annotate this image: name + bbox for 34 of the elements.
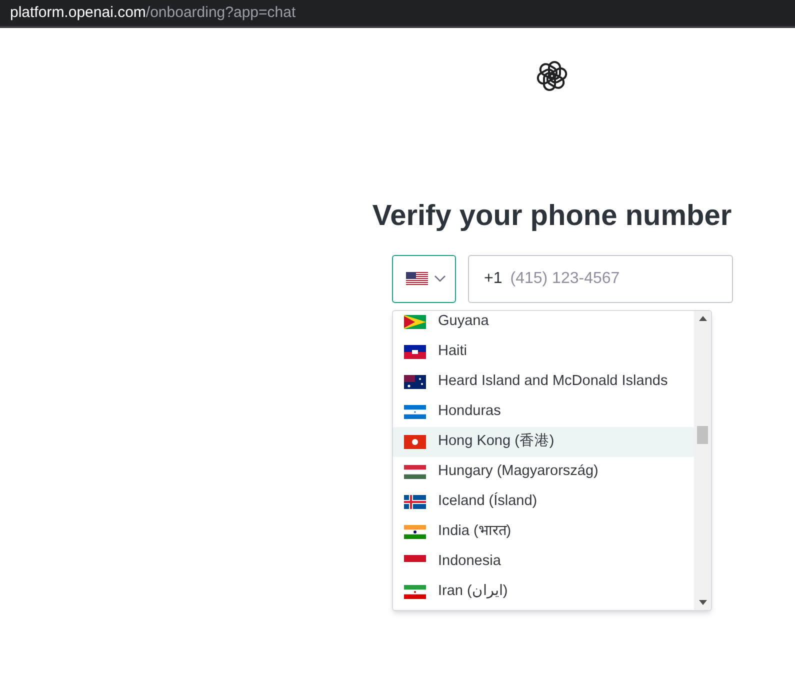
phone-field[interactable]: +1 (415) 123-4567: [468, 254, 734, 302]
country-option[interactable]: Heard Island and McDonald Islands: [393, 366, 694, 396]
flag-icon: [404, 314, 426, 328]
page-title: Verify your phone number: [372, 199, 732, 234]
country-option[interactable]: Honduras: [393, 396, 694, 426]
phone-input[interactable]: (415) 123-4567: [510, 266, 718, 290]
flag-icon: [404, 374, 426, 388]
address-bar[interactable]: platform.openai.com/onboarding?app=chat: [0, 0, 795, 28]
country-option[interactable]: Haiti: [393, 336, 694, 366]
country-code: +1: [484, 268, 502, 288]
country-select[interactable]: [392, 254, 456, 302]
flag-icon: [404, 584, 426, 598]
flag-icon: [404, 494, 426, 508]
country-option[interactable]: Guyana: [393, 310, 694, 336]
flag-icon: [404, 434, 426, 448]
country-option[interactable]: Hungary (Magyarország): [393, 456, 694, 486]
flag-icon: [404, 524, 426, 538]
url-domain: platform.openai.com: [10, 2, 146, 23]
scrollbar[interactable]: [694, 310, 711, 610]
flag-icon: [404, 404, 426, 418]
country-option[interactable]: Hong Kong (香港): [393, 426, 694, 456]
flag-icon: [404, 464, 426, 478]
url-path: /onboarding?app=chat: [146, 2, 296, 23]
logo-icon: [536, 60, 568, 92]
scroll-down-icon[interactable]: [698, 600, 706, 604]
country-option[interactable]: India (भारत): [393, 516, 694, 546]
scroll-up-icon[interactable]: [698, 316, 706, 320]
flag-icon: [406, 272, 428, 286]
chevron-down-icon: [434, 274, 446, 282]
country-option[interactable]: Iran (ایران): [393, 576, 694, 606]
scrollbar-thumb[interactable]: [697, 426, 708, 444]
flag-icon: [404, 344, 426, 358]
country-option[interactable]: Indonesia: [393, 546, 694, 576]
country-option[interactable]: Iceland (Ísland): [393, 486, 694, 516]
